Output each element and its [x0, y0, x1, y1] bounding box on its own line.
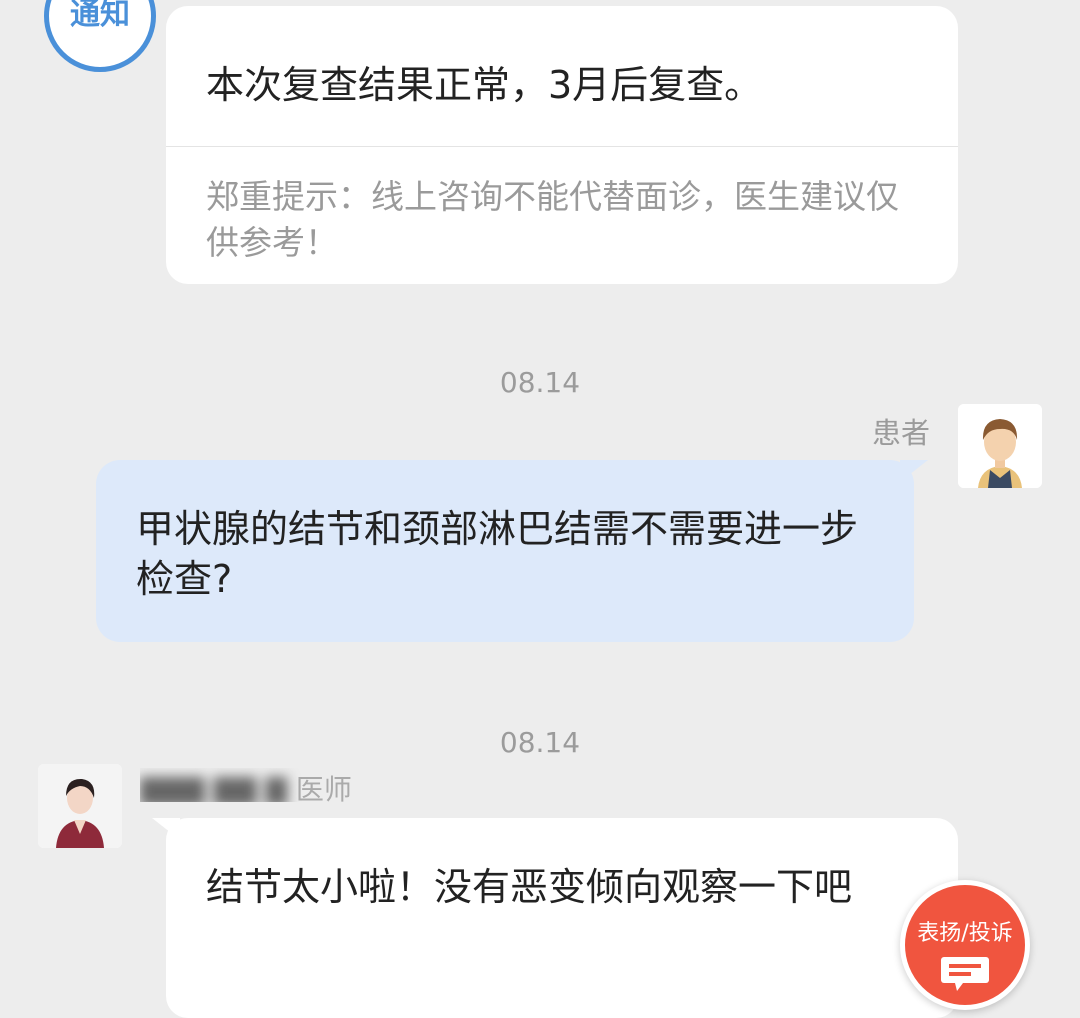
notice-message: 本次复查结果正常，3月后复查。 — [206, 63, 763, 107]
doctor-avatar-icon — [38, 764, 122, 848]
doctor-message-bubble[interactable]: 结节太小啦！没有恶变倾向观察一下吧 — [152, 818, 958, 1018]
patient-avatar[interactable] — [958, 404, 1042, 488]
patient-avatar-icon — [958, 404, 1042, 488]
sender-name-doctor: ▇▇▇ ▇▇ ▇ 医师 — [140, 768, 410, 802]
message-board-icon — [941, 957, 989, 991]
notice-badge: 通知 — [44, 0, 156, 72]
feedback-button[interactable]: 表扬/投诉 — [900, 880, 1030, 1010]
notice-disclaimer: 郑重提示：线上咨询不能代替面诊，医生建议仅供参考！ — [206, 177, 899, 262]
doctor-avatar[interactable] — [38, 764, 122, 848]
message-text: 结节太小啦！没有恶变倾向观察一下吧 — [206, 865, 853, 909]
timestamp: 08.14 — [499, 726, 581, 759]
patient-message-bubble[interactable]: 甲状腺的结节和颈部淋巴结需不需要进一步检查? — [96, 460, 928, 642]
sender-title: 医师 — [295, 773, 352, 802]
notice-card: 本次复查结果正常，3月后复查。 郑重提示：线上咨询不能代替面诊，医生建议仅供参考… — [166, 6, 958, 284]
feedback-label: 表扬/投诉 — [917, 921, 1013, 946]
sender-name-patient: 患者 — [871, 416, 930, 450]
blurred-name: ▇▇▇ ▇▇ ▇ — [140, 773, 287, 802]
notice-badge-label: 通知 — [70, 0, 130, 32]
timestamp: 08.14 — [499, 366, 581, 399]
divider — [166, 146, 958, 147]
message-text: 甲状腺的结节和颈部淋巴结需不需要进一步检查? — [136, 507, 859, 601]
